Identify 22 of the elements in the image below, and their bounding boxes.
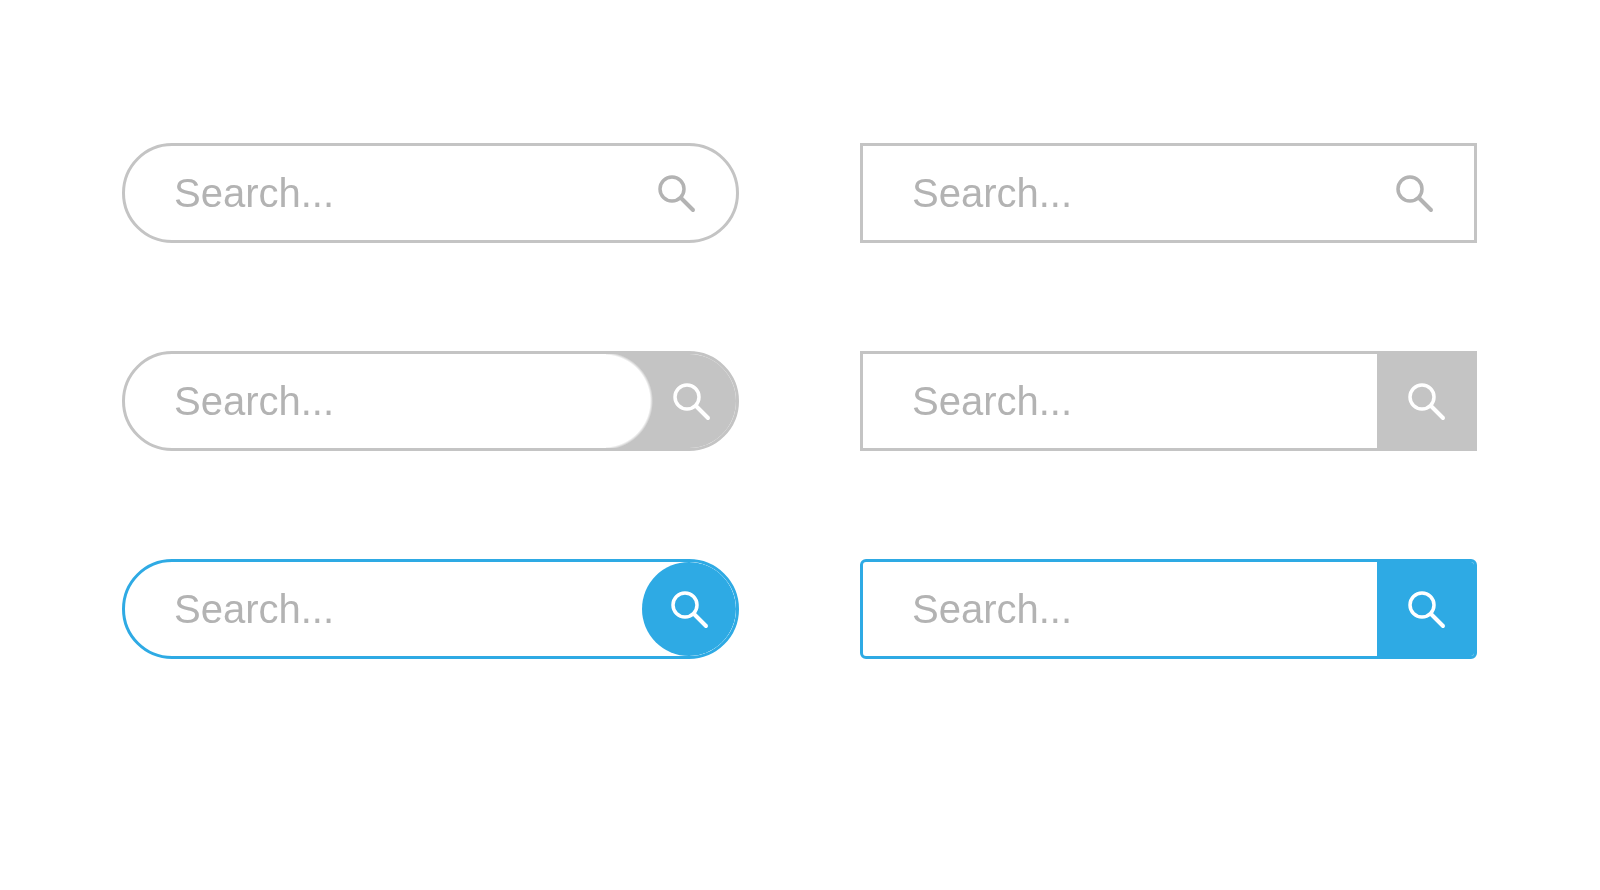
search-icon — [656, 173, 696, 213]
search-bar[interactable]: Search... — [860, 143, 1477, 243]
search-bar[interactable]: Search... — [860, 351, 1477, 451]
search-icon — [1405, 589, 1446, 629]
search-input[interactable]: Search... — [910, 370, 1377, 432]
search-button[interactable] — [606, 354, 736, 448]
search-icon — [671, 381, 711, 421]
search-bar[interactable]: Search... — [860, 559, 1477, 659]
search-button[interactable] — [1377, 354, 1474, 448]
search-bar[interactable]: Search... — [122, 559, 739, 659]
search-input[interactable]: Search... — [910, 162, 1394, 224]
search-bar[interactable]: Search... — [122, 351, 739, 451]
search-bar[interactable]: Search... — [122, 143, 739, 243]
search-input[interactable]: Search... — [172, 578, 642, 640]
search-input[interactable]: Search... — [172, 162, 656, 224]
search-button[interactable] — [1377, 562, 1474, 656]
search-icon — [1405, 381, 1446, 421]
search-button[interactable] — [642, 562, 736, 656]
search-input[interactable]: Search... — [172, 370, 606, 432]
search-input[interactable]: Search... — [910, 578, 1377, 640]
search-icon — [669, 589, 709, 629]
search-icon — [1394, 173, 1434, 213]
